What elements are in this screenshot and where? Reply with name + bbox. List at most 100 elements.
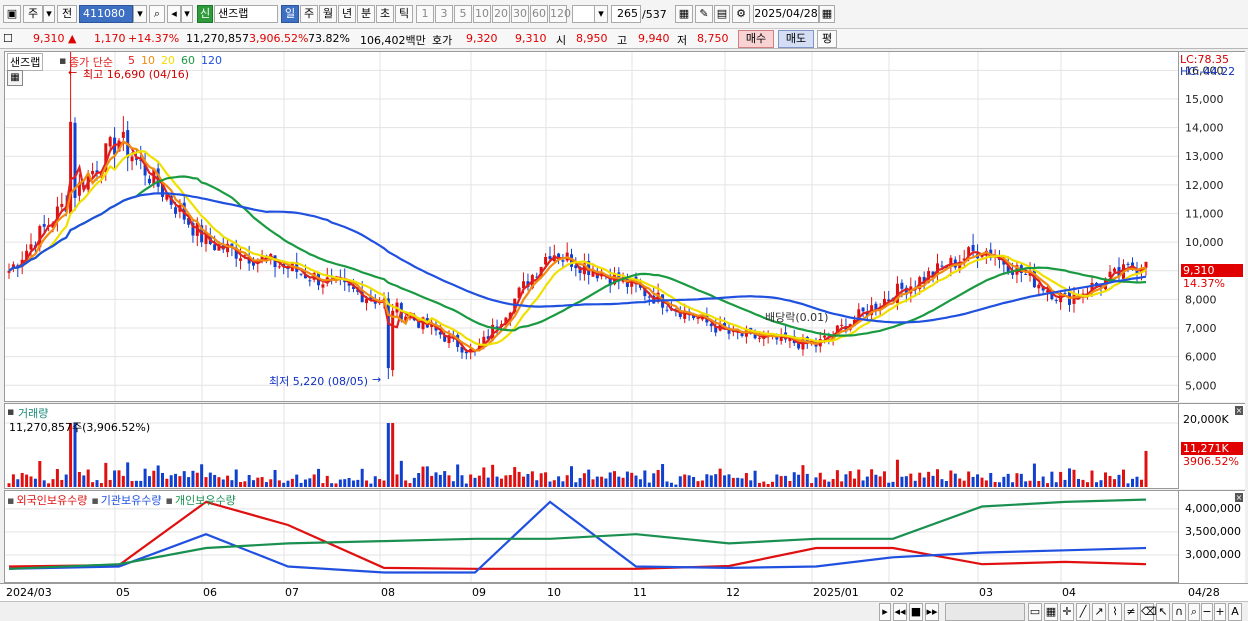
stop-icon[interactable]: ■ <box>909 603 923 621</box>
price-panel[interactable]: 샌즈랩 ▪ 종가 단순 5 10 20 60 120 ▦ ← 최고 16,690 (04… <box>4 51 1179 402</box>
volume-bar <box>1122 469 1125 487</box>
search-icon[interactable]: ⌕ <box>149 5 165 23</box>
minute-button-3[interactable]: 3 <box>435 5 453 23</box>
stock-name-field[interactable]: 샌즈랩 <box>214 5 278 23</box>
quote-checkbox[interactable]: ☐ <box>3 32 13 45</box>
volume-bar <box>517 471 521 487</box>
period-button-5[interactable]: 초 <box>376 5 394 23</box>
cursor-icon[interactable]: ↖ <box>1156 603 1170 621</box>
rewind-icon[interactable]: ◂◂ <box>893 603 907 621</box>
grid-icon[interactable]: ▦ <box>1044 603 1058 621</box>
volume-bar <box>621 477 625 487</box>
calendar-icon[interactable]: ▦ <box>819 5 835 23</box>
period-button-4[interactable]: 분 <box>357 5 375 23</box>
candle-body <box>740 333 744 337</box>
pencil-icon[interactable]: ✎ <box>695 5 713 23</box>
speaker-icon[interactable]: ◂ <box>167 5 181 23</box>
date-field[interactable]: 2025/04/28 <box>753 5 819 23</box>
volume-bar <box>230 480 234 487</box>
volume-bar <box>878 476 882 487</box>
period-button-0[interactable]: 일 <box>281 5 299 23</box>
low-label: 저 <box>677 34 688 47</box>
price-scale: 16,000 15,000 14,000 13,000 12,000 11,000 10,0… <box>1179 51 1245 402</box>
volume-bar <box>630 472 634 487</box>
low-note: 최저 5,220 (08/05) <box>269 375 369 388</box>
bar-count-field[interactable]: 265 <box>611 5 641 23</box>
volume-bar <box>696 481 700 487</box>
holdings-scale: × 4,000,000 3,500,000 3,000,000 <box>1179 490 1245 583</box>
minute-button-5[interactable]: 5 <box>454 5 472 23</box>
minute-button-60[interactable]: 60 <box>530 5 548 23</box>
price-tick-label: 12,000 <box>1185 179 1224 192</box>
buy-button[interactable]: 매수 <box>738 30 774 48</box>
candle-body <box>1072 294 1076 304</box>
minute-button-120[interactable]: 120 <box>549 5 571 23</box>
eval-button[interactable]: 평 <box>817 30 837 48</box>
magnet-icon[interactable]: ∩ <box>1172 603 1186 621</box>
price-chart <box>5 52 1178 401</box>
line-tool-icon[interactable]: ╱ <box>1076 603 1090 621</box>
ma-legend-120: 120 <box>201 54 222 67</box>
date-label: 11 <box>633 586 647 599</box>
volume-bar <box>20 472 24 487</box>
volume-bar <box>1081 479 1085 487</box>
minute-button-10[interactable]: 10 <box>473 5 491 23</box>
crosshair-icon[interactable]: ✛ <box>1060 603 1074 621</box>
close-icon[interactable]: × <box>1235 406 1243 415</box>
period-button-2[interactable]: 월 <box>319 5 337 23</box>
volume-bar <box>1104 472 1107 487</box>
volume-bar <box>625 471 629 487</box>
candle-body <box>1126 263 1130 265</box>
volume-panel[interactable]: ▪ 거래량 11,270,857주(3,906.52%) <box>4 403 1179 489</box>
date-label: 06 <box>203 586 217 599</box>
zoom-in-icon[interactable]: + <box>1214 603 1226 621</box>
candle-body <box>665 309 669 311</box>
fibo-tool-icon[interactable]: ⌇ <box>1108 603 1122 621</box>
chart-menu-icon[interactable]: ▣ <box>3 5 21 23</box>
prev-prefix[interactable]: 전 <box>57 5 77 23</box>
code-dropdown-icon[interactable]: ▾ <box>133 5 147 23</box>
volume-bar <box>984 480 988 487</box>
minute-button-30[interactable]: 30 <box>511 5 529 23</box>
holding-legend-2: 개인보유수량 <box>174 494 236 507</box>
stock-code-input[interactable]: 411080 <box>79 5 133 23</box>
volume-bar <box>82 475 86 487</box>
volume-bar <box>1140 479 1143 487</box>
chevron-down-icon[interactable]: ▾ <box>43 5 55 23</box>
sell-button[interactable]: 매도 <box>778 30 814 48</box>
minute-button-1[interactable]: 1 <box>416 5 434 23</box>
font-size-icon[interactable]: A <box>1228 603 1242 621</box>
forward-icon[interactable]: ▸▸ <box>925 603 939 621</box>
candle-body <box>1113 268 1116 272</box>
period-button-3[interactable]: 년 <box>338 5 356 23</box>
candle-body <box>147 178 151 184</box>
gear-icon[interactable]: ⚙ <box>732 5 750 23</box>
grid-icon[interactable]: ▦ <box>675 5 693 23</box>
volume-bar <box>652 473 656 487</box>
chevron-down-icon[interactable]: ▾ <box>181 5 193 23</box>
date-label: 03 <box>979 586 993 599</box>
layout-icon[interactable]: ▭ <box>1028 603 1042 621</box>
trend-tool-icon[interactable]: ↗ <box>1092 603 1106 621</box>
interval-dropdown-icon[interactable]: ▾ <box>594 5 608 23</box>
period-button-6[interactable]: 틱 <box>395 5 413 23</box>
volume-bar <box>504 475 508 487</box>
channel-tool-icon[interactable]: ≠ <box>1124 603 1138 621</box>
holdings-panel[interactable]: ▪ 외국인보유수량 ▪ 기관보유수량 ▪ 개인보유수량 <box>4 490 1179 583</box>
candle-body <box>108 137 112 147</box>
market-prefix[interactable]: 주 <box>23 5 43 23</box>
calculator-icon[interactable]: ▦ <box>7 70 23 86</box>
scroll-slider[interactable] <box>945 603 1025 621</box>
volume-bar <box>443 471 447 487</box>
zoom-out-icon[interactable]: − <box>1201 603 1213 621</box>
period-button-1[interactable]: 주 <box>300 5 318 23</box>
minute-button-20[interactable]: 20 <box>492 5 510 23</box>
zoom-icon[interactable]: ⌕ <box>1188 603 1200 621</box>
candle-body <box>940 265 944 267</box>
candle-body <box>1144 261 1148 268</box>
play-icon[interactable]: ▸ <box>879 603 891 621</box>
trade-volume: 11,270,857 <box>186 32 249 45</box>
save-icon[interactable]: ▤ <box>714 5 730 23</box>
erase-tool-icon[interactable]: ⌫ <box>1140 603 1157 621</box>
close-icon[interactable]: × <box>1235 493 1243 502</box>
